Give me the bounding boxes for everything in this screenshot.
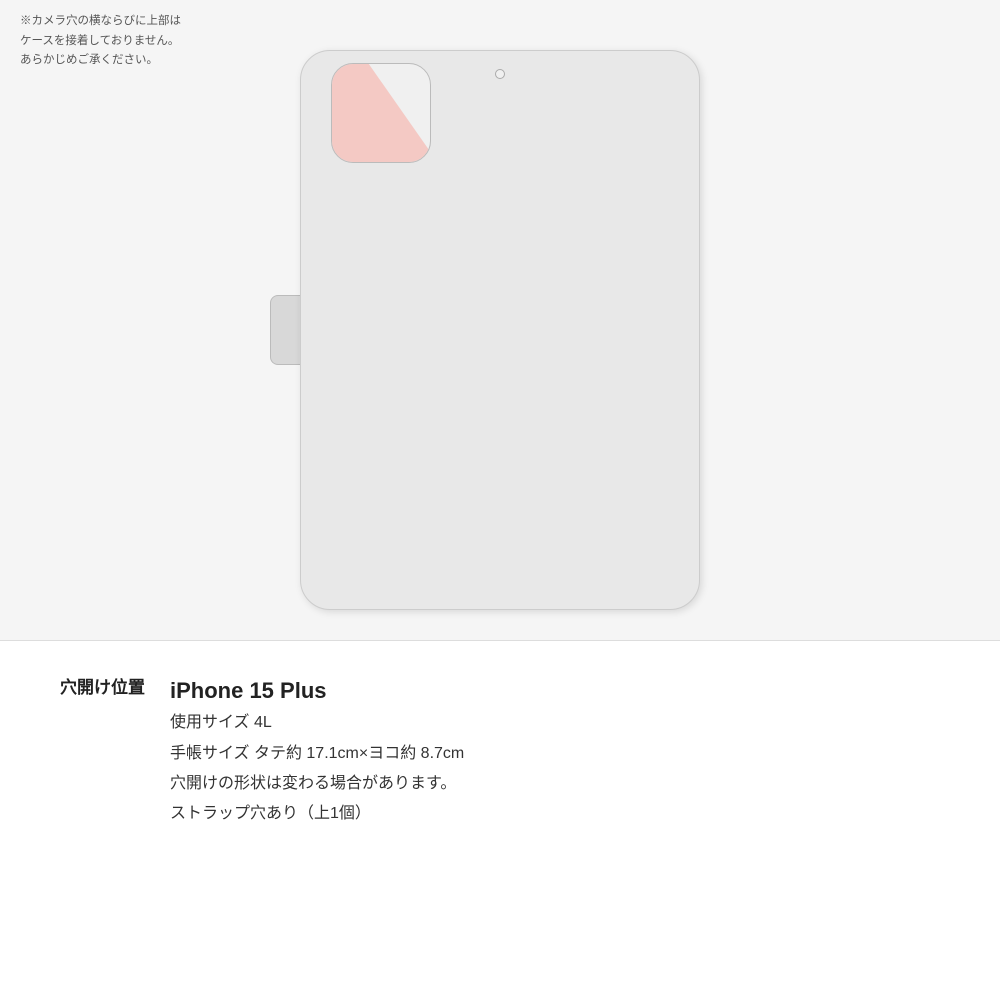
camera-note: ※カメラ穴の横ならびに上部は ケースを接着しておりません。 あらかじめご承くださ…	[20, 12, 181, 71]
info-detail-1: 手帳サイズ タテ約 17.1cm×ヨコ約 8.7cm	[170, 739, 940, 769]
strap-hole	[495, 69, 505, 79]
case-body	[300, 50, 700, 610]
model-name: iPhone 15 Plus	[170, 673, 940, 708]
info-row-model: 穴開け位置 iPhone 15 Plus 使用サイズ 4L 手帳サイズ タテ約 …	[60, 673, 940, 830]
camera-cutout	[331, 63, 431, 163]
info-section: 穴開け位置 iPhone 15 Plus 使用サイズ 4L 手帳サイズ タテ約 …	[0, 641, 1000, 1000]
info-detail-2: 穴開けの形状は変わる場合があります。	[170, 769, 940, 799]
page-container: ※カメラ穴の横ならびに上部は ケースを接着しておりません。 あらかじめご承くださ…	[0, 0, 1000, 1000]
info-content: iPhone 15 Plus 使用サイズ 4L 手帳サイズ タテ約 17.1cm…	[170, 673, 940, 830]
case-image-area: ※カメラ穴の横ならびに上部は ケースを接着しておりません。 あらかじめご承くださ…	[0, 0, 1000, 640]
info-detail-3: ストラップ穴あり（上1個）	[170, 799, 940, 829]
info-label: 穴開け位置	[60, 673, 170, 704]
note-line-3: あらかじめご承ください。	[20, 54, 158, 66]
info-detail-0: 使用サイズ 4L	[170, 708, 940, 738]
note-line-1: ※カメラ穴の横ならびに上部は	[20, 15, 181, 27]
phone-case-wrapper	[270, 50, 730, 610]
note-line-2: ケースを接着しておりません。	[20, 35, 179, 47]
